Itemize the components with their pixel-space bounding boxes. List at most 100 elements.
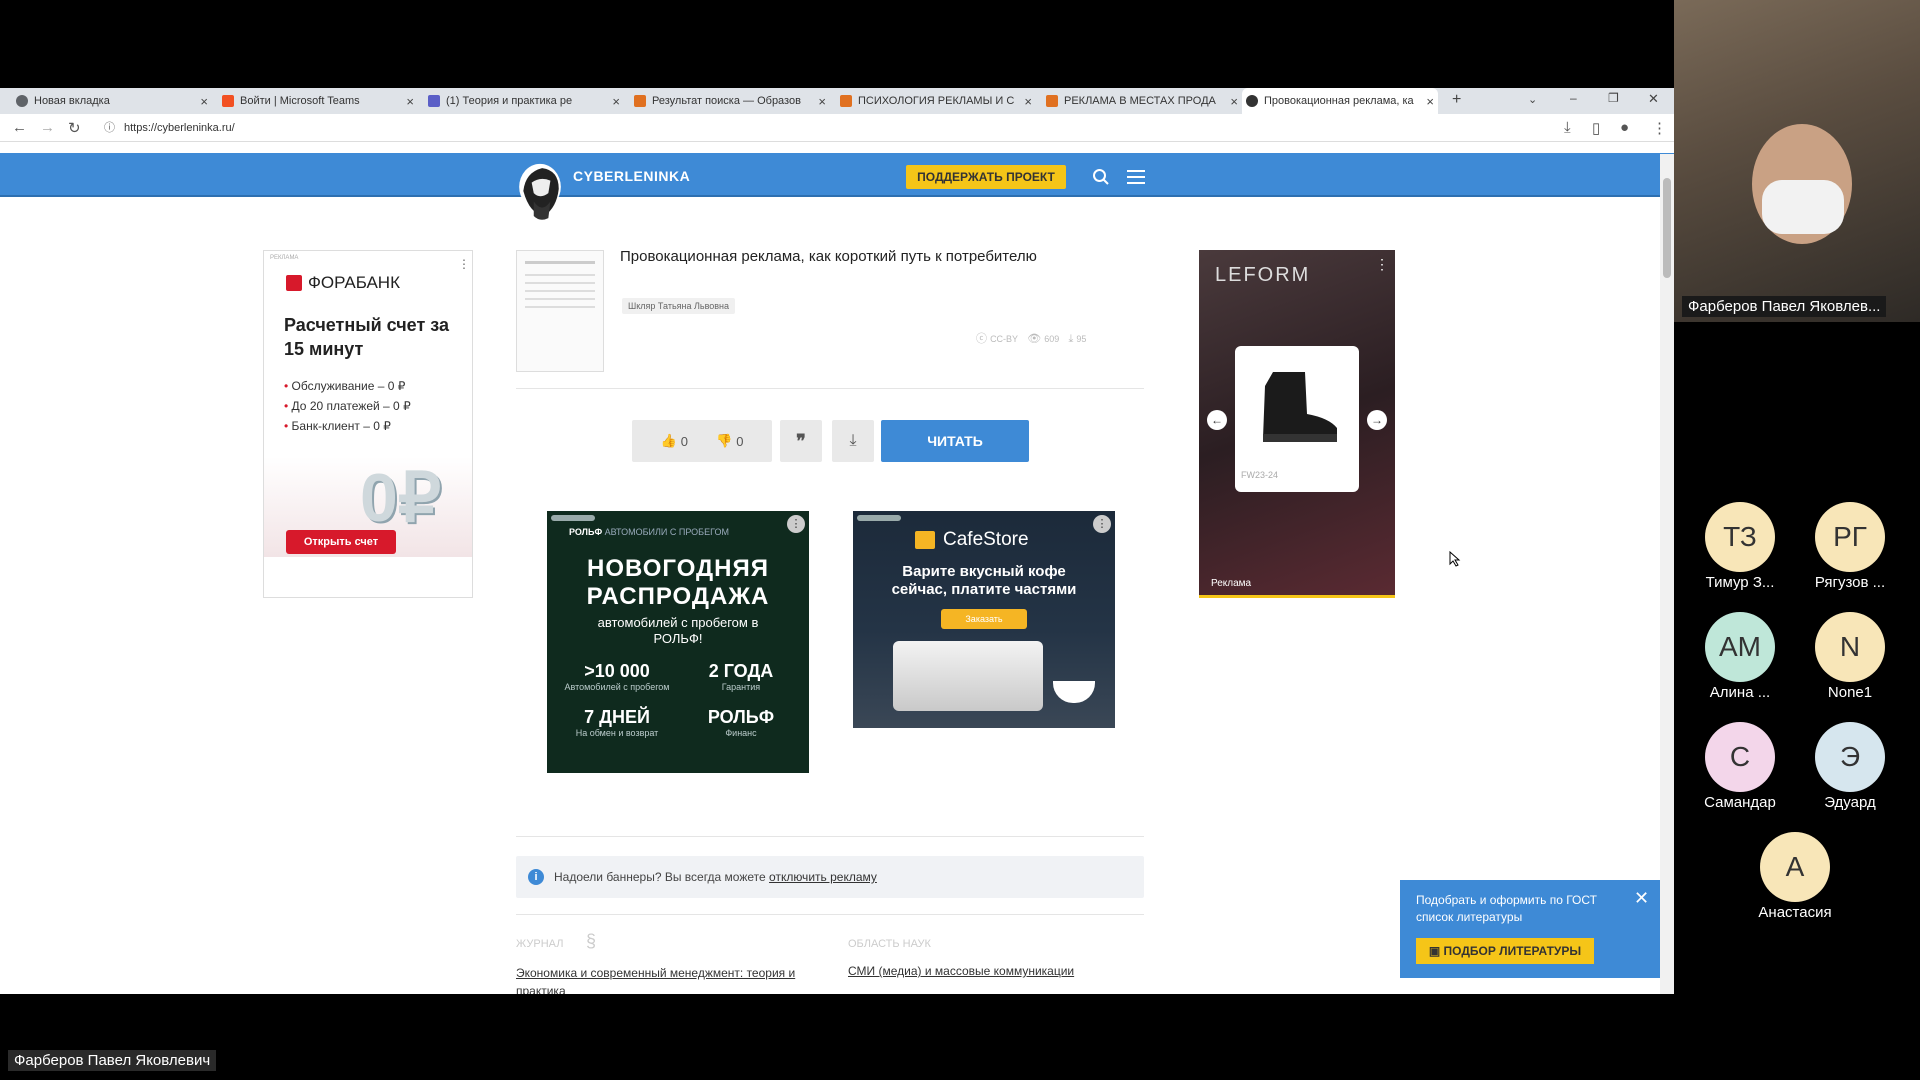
list-item: • Банк-клиент – 0 ₽ [284, 419, 391, 433]
tab-teams[interactable]: Войти | Microsoft Teams × [218, 88, 418, 114]
site-header [0, 153, 1674, 197]
info-icon: i [528, 869, 544, 885]
participant-name: Самандар [1704, 794, 1776, 811]
ad-leform[interactable]: LEFORM ⋮ FW23-24 ← → Реклама [1199, 250, 1395, 598]
participant-tile[interactable]: С Самандар [1700, 722, 1780, 811]
presenter-video: Фарберов Павел Яковлев... [1674, 0, 1920, 322]
participant-tile[interactable]: А Анастасия [1755, 832, 1835, 921]
boot-image [1263, 372, 1337, 442]
close-icon[interactable]: × [200, 94, 208, 109]
ad-stat: >10 000 Автомобилей с пробегом [564, 661, 670, 692]
tab-label: Результат поиска — Образов [652, 95, 801, 107]
participant-tile[interactable]: ТЗ Тимур З... [1700, 502, 1780, 591]
field-link[interactable]: СМИ (медиа) и массовые коммуникации [848, 964, 1074, 978]
close-icon[interactable]: × [1230, 94, 1238, 109]
minimize-icon[interactable]: – [1570, 91, 1577, 105]
avatar: АМ [1705, 612, 1775, 682]
book-icon: ▣ [1428, 944, 1444, 958]
tab-search-result[interactable]: Результат поиска — Образов × [630, 88, 830, 114]
participant-tile[interactable]: РГ Рягузов ... [1810, 502, 1890, 591]
divider [516, 914, 1144, 915]
downloads-count: 95 [1076, 334, 1087, 344]
close-icon[interactable]: ✕ [1634, 888, 1649, 909]
close-icon[interactable]: × [1024, 94, 1032, 109]
popup-text: Подобрать и оформить по ГОСТ список лите… [1416, 893, 1597, 924]
hamburger-menu-icon[interactable] [1127, 169, 1145, 185]
new-tab-icon[interactable]: + [1452, 91, 1461, 109]
ad-brand: ФОРАБАНК [308, 273, 400, 292]
sidepanel-icon[interactable]: ▯ [1592, 119, 1600, 137]
participant-name: Тимур З... [1705, 574, 1775, 591]
article-thumbnail[interactable] [516, 250, 604, 372]
thumbs-down-icon[interactable]: 👎 [716, 433, 732, 449]
tab-teams-theory[interactable]: (1) Теория и практика ре × [424, 88, 624, 114]
download-icon[interactable]: ⤓ [1564, 119, 1571, 136]
divider [516, 836, 1144, 837]
screen: Новая вкладка × Войти | Microsoft Teams × … [0, 0, 1920, 1080]
list-item: • Обслуживание – 0 ₽ [284, 379, 406, 393]
search-icon[interactable] [1092, 168, 1110, 186]
avatar: ТЗ [1705, 502, 1775, 572]
avatar: N [1815, 612, 1885, 682]
menu-dots-icon[interactable]: ⋮ [1652, 119, 1667, 137]
product-card[interactable]: FW23-24 [1235, 346, 1359, 492]
participant-tile[interactable]: N None1 [1810, 612, 1890, 701]
support-project-button[interactable]: ПОДДЕРЖАТЬ ПРОЕКТ [906, 165, 1066, 189]
tab-active[interactable]: Провокационная реклама, ка × [1242, 88, 1438, 114]
ad-label: Реклама [1211, 578, 1252, 589]
close-icon[interactable]: × [818, 94, 826, 109]
meeting-panel: Фарберов Павел Яковлев... ТЗ Тимур З... … [1674, 0, 1920, 1080]
notice-text: Надоели баннеры? Вы всегда можете отключ… [554, 870, 877, 884]
open-account-button[interactable]: Открыть счет [286, 530, 396, 554]
mouse-cursor-icon [1449, 551, 1461, 567]
views-count: 609 [1044, 334, 1060, 344]
author-tag[interactable]: Шкляр Татьяна Львовна [622, 298, 736, 314]
participant-name: Эдуард [1824, 794, 1876, 811]
ad-menu-icon[interactable]: ⋮ [787, 515, 805, 533]
site-icon [840, 95, 852, 107]
order-button[interactable]: Заказать [941, 609, 1027, 629]
forward-icon[interactable]: → [40, 119, 55, 136]
url-text: https://cyberleninka.ru/ [124, 122, 235, 134]
close-icon[interactable]: × [406, 94, 414, 109]
read-button[interactable]: ЧИТАТЬ [881, 420, 1029, 462]
ad-menu-icon[interactable]: ⋮ [458, 257, 470, 271]
ad-cafestore[interactable]: ⋮ CafeStore Варите вкусный кофе сейчас, … [853, 511, 1115, 728]
journal-icon: § [586, 931, 597, 951]
close-window-icon[interactable]: ✕ [1648, 91, 1659, 107]
carousel-next-icon[interactable]: → [1367, 410, 1387, 430]
url-field[interactable]: ⓘ https://cyberleninka.ru/ [100, 118, 1540, 138]
tab-new[interactable]: Новая вкладка × [12, 88, 212, 114]
participant-tile[interactable]: АМ Алина ... [1700, 612, 1780, 701]
cite-button[interactable]: ❞ [780, 420, 822, 462]
scrollbar[interactable] [1660, 154, 1674, 994]
ad-forabank[interactable]: РЕКЛАМА ⋮ ФОРАБАНК Расчетный счет за 15 … [263, 250, 473, 598]
restore-icon[interactable]: ❐ [1608, 91, 1619, 105]
reload-icon[interactable]: ↻ [68, 119, 81, 137]
back-icon[interactable]: ← [12, 119, 27, 136]
ad-menu-icon[interactable]: ⋮ [1375, 256, 1389, 273]
avatar: Э [1815, 722, 1885, 792]
participant-name: Анастасия [1758, 904, 1832, 921]
profile-icon[interactable]: ● [1620, 119, 1629, 136]
close-icon[interactable]: × [612, 94, 620, 109]
site-info-icon[interactable]: ⓘ [104, 118, 115, 138]
avatar: А [1760, 832, 1830, 902]
lenin-logo-icon[interactable] [515, 161, 565, 221]
journal-link[interactable]: Экономика и современный менеджмент: теор… [516, 964, 816, 994]
ad-menu-icon[interactable]: ⋮ [1093, 515, 1111, 533]
thumbs-up-icon[interactable]: 👍 [661, 433, 677, 449]
ad-rolf[interactable]: ⋮ РОЛЬФ АВТОМОБИЛИ С ПРОБЕГОМ НОВОГОДНЯЯ… [547, 511, 809, 773]
tab-psychology[interactable]: ПСИХОЛОГИЯ РЕКЛАМЫ И С × [836, 88, 1036, 114]
scrollbar-thumb[interactable] [1663, 178, 1671, 278]
participant-tile[interactable]: Э Эдуард [1810, 722, 1890, 811]
close-icon[interactable]: × [1426, 94, 1434, 109]
carousel-prev-icon[interactable]: ← [1207, 410, 1227, 430]
disable-ads-link[interactable]: отключить рекламу [769, 870, 877, 884]
literature-selection-button[interactable]: ▣ ПОДБОР ЛИТЕРАТУРЫ [1416, 938, 1594, 964]
site-logo-text[interactable]: CYBERLENINKA [573, 168, 690, 184]
teams-icon [428, 95, 440, 107]
tab-list-icon[interactable]: ⌄ [1528, 93, 1537, 106]
download-button[interactable]: ⤓ [832, 420, 874, 462]
tab-ad-places[interactable]: РЕКЛАМА В МЕСТАХ ПРОДА × [1042, 88, 1242, 114]
